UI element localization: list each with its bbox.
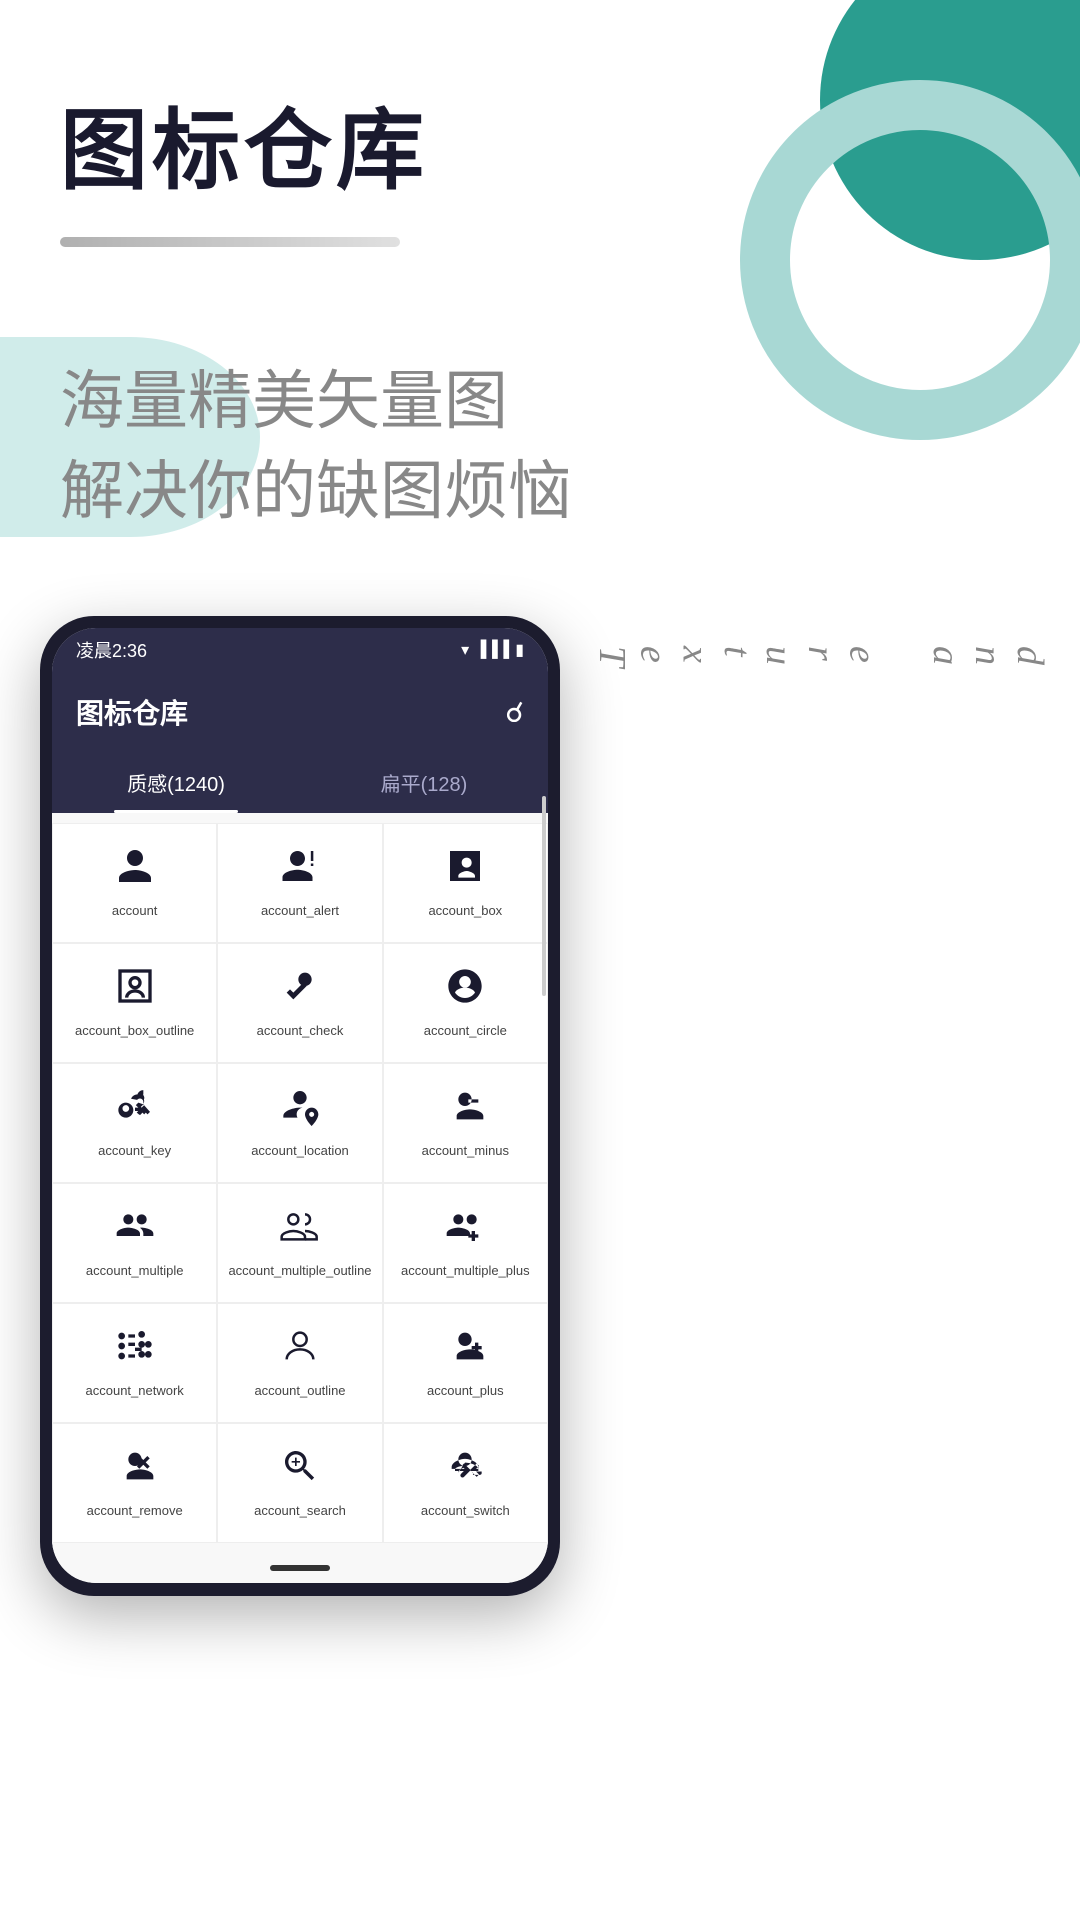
tab-flat-label: 扁平(128) [381, 774, 468, 796]
signal-icon: ▐▐▐ [475, 641, 509, 659]
account-network-icon [115, 1326, 155, 1373]
icon-grid: account account_alert account_box [52, 813, 548, 1552]
icon-cell-account-multiple[interactable]: account_multiple [52, 1183, 217, 1303]
account-check-icon [280, 966, 320, 1013]
account-network-label: account_network [86, 1383, 184, 1400]
icon-cell-account-box-outline[interactable]: account_box_outline [52, 943, 217, 1063]
account-box-label: account_box [428, 903, 502, 920]
account-multiple-plus-label: account_multiple_plus [401, 1263, 530, 1280]
tab-flat[interactable]: 扁平(128) [300, 752, 548, 813]
phone-screen: 凌晨2:36 ▾ ▐▐▐ ▮ 图标仓库 ☌ 质感(1240) 扁平(128) [52, 628, 548, 1582]
account-search-label: account_search [254, 1503, 346, 1520]
account-outline-icon [280, 1326, 320, 1373]
account-alert-icon [280, 846, 320, 893]
battery-icon: ▮ [515, 640, 524, 660]
icon-cell-account-minus[interactable]: account_minus [383, 1063, 548, 1183]
page-title: 图标仓库 [0, 0, 1080, 207]
icon-cell-account-multiple-plus[interactable]: account_multiple_plus [383, 1183, 548, 1303]
scroll-bar [542, 796, 546, 996]
wifi-icon: ▾ [461, 640, 469, 660]
search-button[interactable]: ☌ [505, 696, 524, 729]
account-check-label: account_check [257, 1023, 344, 1040]
account-key-label: account_key [98, 1143, 171, 1160]
account-plus-icon [445, 1326, 485, 1373]
account-minus-label: account_minus [422, 1143, 509, 1160]
account-multiple-icon [115, 1206, 155, 1253]
icon-cell-account-location[interactable]: account_location [217, 1063, 382, 1183]
account-remove-label: account_remove [87, 1503, 183, 1520]
account-label: account [112, 903, 158, 920]
status-time: 凌晨2:36 [76, 637, 147, 663]
account-multiple-outline-label: account_multiple_outline [228, 1263, 371, 1280]
icon-cell-account-check[interactable]: account_check [217, 943, 382, 1063]
account-switch-icon [445, 1446, 485, 1493]
app-bar: 图标仓库 ☌ [52, 672, 548, 752]
status-bar: 凌晨2:36 ▾ ▐▐▐ ▮ [52, 628, 548, 672]
account-icon [115, 846, 155, 893]
account-remove-icon [115, 1446, 155, 1493]
icon-cell-account-switch[interactable]: account_switch [383, 1423, 548, 1543]
vertical-text-section: Textureandflatness allintheiconlibrary [590, 646, 1080, 675]
account-circle-icon [445, 966, 485, 1013]
account-location-icon [280, 1086, 320, 1133]
account-multiple-outline-icon [280, 1206, 320, 1253]
account-multiple-label: account_multiple [86, 1263, 184, 1280]
phone-frame: 凌晨2:36 ▾ ▐▐▐ ▮ 图标仓库 ☌ 质感(1240) 扁平(128) [40, 616, 560, 1596]
subtitle-text: 海量精美矢量图 解决你的缺图烦恼 [60, 357, 1020, 536]
icon-cell-account[interactable]: account [52, 823, 217, 943]
icon-cell-account-key[interactable]: account_key [52, 1063, 217, 1183]
account-box-outline-icon [115, 966, 155, 1013]
icon-cell-account-circle[interactable]: account_circle [383, 943, 548, 1063]
account-outline-label: account_outline [254, 1383, 345, 1400]
subtitle-line2: 解决你的缺图烦恼 [60, 455, 572, 527]
tab-texture-label: 质感(1240) [127, 774, 225, 796]
icon-cell-account-box[interactable]: account_box [383, 823, 548, 943]
tab-texture[interactable]: 质感(1240) [52, 752, 300, 813]
account-key-icon [115, 1086, 155, 1133]
icon-cell-account-multiple-outline[interactable]: account_multiple_outline [217, 1183, 382, 1303]
account-alert-label: account_alert [261, 903, 339, 920]
mockup-section: 凌晨2:36 ▾ ▐▐▐ ▮ 图标仓库 ☌ 质感(1240) 扁平(128) [0, 616, 1080, 1596]
icon-cell-account-remove[interactable]: account_remove [52, 1423, 217, 1543]
icon-cell-account-network[interactable]: account_network [52, 1303, 217, 1423]
tabs-bar: 质感(1240) 扁平(128) [52, 752, 548, 813]
account-minus-icon [445, 1086, 485, 1133]
account-multiple-plus-icon [445, 1206, 485, 1253]
icon-cell-account-alert[interactable]: account_alert [217, 823, 382, 943]
account-box-outline-label: account_box_outline [75, 1023, 194, 1040]
icon-cell-account-plus[interactable]: account_plus [383, 1303, 548, 1423]
account-search-icon [280, 1446, 320, 1493]
status-icons: ▾ ▐▐▐ ▮ [461, 640, 524, 660]
vertical-text-col1: Textureandflatness [590, 646, 1080, 675]
account-switch-label: account_switch [421, 1503, 510, 1520]
account-plus-label: account_plus [427, 1383, 504, 1400]
home-bar [270, 1565, 330, 1571]
subtitle-section: 海量精美矢量图 解决你的缺图烦恼 [0, 317, 1080, 576]
app-bar-title: 图标仓库 [76, 692, 188, 732]
icon-cell-account-outline[interactable]: account_outline [217, 1303, 382, 1423]
phone-home-indicator [52, 1553, 548, 1583]
subtitle-line1: 海量精美矢量图 [60, 365, 508, 437]
icon-cell-account-search[interactable]: account_search [217, 1423, 382, 1543]
account-box-icon [445, 846, 485, 893]
account-location-label: account_location [251, 1143, 349, 1160]
account-circle-label: account_circle [424, 1023, 507, 1040]
title-divider [60, 237, 400, 247]
